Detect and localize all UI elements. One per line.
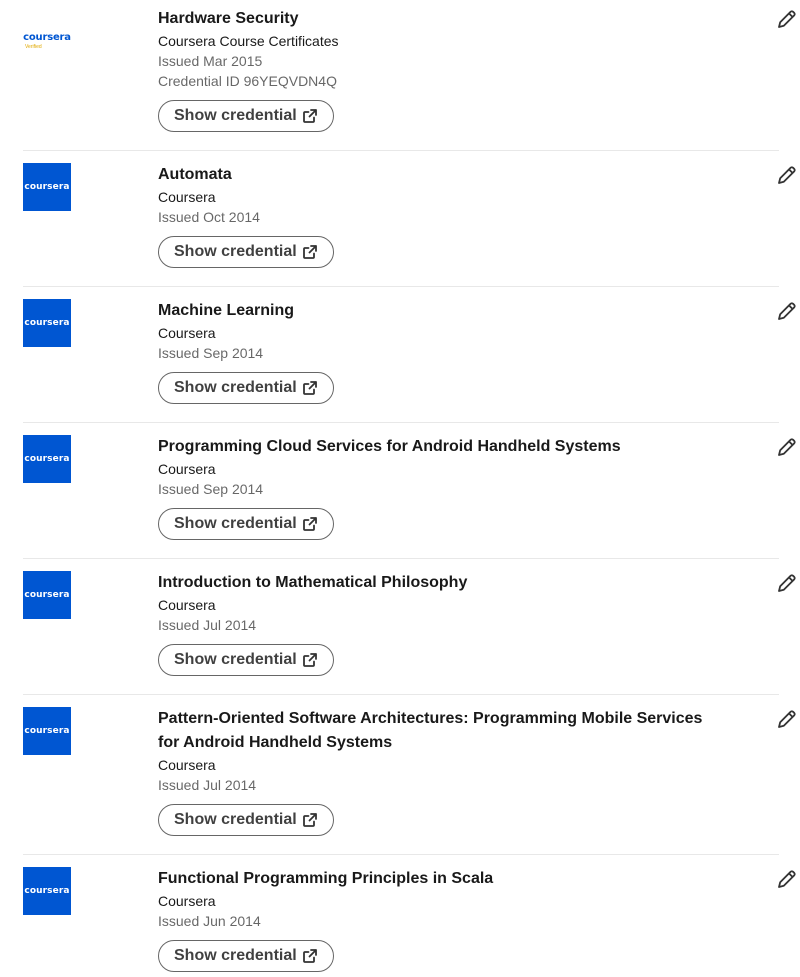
- certificate-issued-date: Issued Jul 2014: [158, 617, 257, 633]
- logo-wordmark: coursera: [24, 182, 70, 192]
- logo-wordmark: coursera: [24, 454, 70, 464]
- coursera-logo[interactable]: coursera: [23, 867, 71, 915]
- certificate-title[interactable]: Hardware Security: [158, 7, 719, 31]
- certificate-title[interactable]: Programming Cloud Services for Android H…: [158, 435, 719, 459]
- logo-verified-text: Verified: [25, 44, 42, 50]
- show-credential-label: Show credential: [174, 947, 297, 964]
- show-credential-button[interactable]: Show credential: [158, 372, 334, 404]
- logo-wordmark: coursera: [23, 32, 71, 43]
- certifications-list: coursera Verified Hardware Security Cour…: [0, 0, 800, 977]
- certificate-title[interactable]: Functional Programming Principles in Sca…: [158, 867, 719, 891]
- certificate-entry: coursera Pattern-Oriented Software Archi…: [23, 695, 796, 855]
- credential-id: Credential ID 96YEQVDN4Q: [158, 73, 337, 89]
- certificate-issuer: Coursera: [158, 325, 216, 341]
- certificate-title[interactable]: Pattern-Oriented Software Architectures:…: [158, 707, 719, 755]
- show-credential-label: Show credential: [174, 107, 297, 124]
- show-credential-label: Show credential: [174, 811, 297, 828]
- show-credential-button[interactable]: Show credential: [158, 804, 334, 836]
- certificate-entry: coursera Automata Coursera Issued Oct 20…: [23, 151, 796, 287]
- external-link-icon: [302, 653, 317, 667]
- logo-wordmark: coursera: [24, 590, 70, 600]
- show-credential-label: Show credential: [174, 515, 297, 532]
- certificate-issued-date: Issued Sep 2014: [158, 345, 264, 361]
- show-credential-button[interactable]: Show credential: [158, 940, 334, 972]
- logo-wordmark: coursera: [24, 886, 70, 896]
- certificate-issuer: Coursera: [158, 461, 216, 477]
- coursera-logo[interactable]: coursera: [23, 571, 71, 619]
- external-link-icon: [302, 109, 317, 123]
- certificate-title[interactable]: Machine Learning: [158, 299, 719, 323]
- certificate-issuer: Coursera: [158, 893, 216, 909]
- certificate-issued-date: Issued Oct 2014: [158, 209, 260, 225]
- certificate-issuer: Coursera Course Certificates: [158, 33, 339, 49]
- external-link-icon: [302, 517, 317, 531]
- certificate-issued-date: Issued Mar 2015: [158, 53, 263, 69]
- coursera-logo[interactable]: coursera: [23, 435, 71, 483]
- certificate-issued-date: Issued Sep 2014: [158, 481, 264, 497]
- external-link-icon: [302, 813, 317, 827]
- certificate-title[interactable]: Automata: [158, 163, 719, 187]
- logo-wordmark: coursera: [24, 726, 70, 736]
- certificate-entry: coursera Verified Hardware Security Cour…: [23, 0, 796, 151]
- edit-pencil-icon[interactable]: [775, 7, 799, 31]
- edit-pencil-icon[interactable]: [775, 707, 799, 731]
- edit-pencil-icon[interactable]: [775, 163, 799, 187]
- certificate-issuer: Coursera: [158, 189, 216, 205]
- show-credential-button[interactable]: Show credential: [158, 236, 334, 268]
- edit-pencil-icon[interactable]: [775, 435, 799, 459]
- edit-pencil-icon[interactable]: [775, 867, 799, 891]
- coursera-logo[interactable]: coursera: [23, 299, 71, 347]
- edit-pencil-icon[interactable]: [775, 299, 799, 323]
- coursera-logo[interactable]: coursera: [23, 707, 71, 755]
- external-link-icon: [302, 949, 317, 963]
- certificate-issued-date: Issued Jun 2014: [158, 913, 261, 929]
- certificate-title[interactable]: Introduction to Mathematical Philosophy: [158, 571, 719, 595]
- coursera-verified-logo[interactable]: coursera Verified: [23, 17, 71, 65]
- external-link-icon: [302, 381, 317, 395]
- show-credential-label: Show credential: [174, 651, 297, 668]
- show-credential-button[interactable]: Show credential: [158, 644, 334, 676]
- show-credential-button[interactable]: Show credential: [158, 508, 334, 540]
- certificate-issued-date: Issued Jul 2014: [158, 777, 257, 793]
- certificate-issuer: Coursera: [158, 757, 216, 773]
- certificate-entry: coursera Programming Cloud Services for …: [23, 423, 796, 559]
- edit-pencil-icon[interactable]: [775, 571, 799, 595]
- show-credential-label: Show credential: [174, 379, 297, 396]
- show-credential-label: Show credential: [174, 243, 297, 260]
- coursera-logo[interactable]: coursera: [23, 163, 71, 211]
- certificate-entry: coursera Introduction to Mathematical Ph…: [23, 559, 796, 695]
- logo-wordmark: coursera: [24, 318, 70, 328]
- certificate-entry: coursera Machine Learning Coursera Issue…: [23, 287, 796, 423]
- certificate-entry: coursera Functional Programming Principl…: [23, 855, 796, 977]
- certificate-issuer: Coursera: [158, 597, 216, 613]
- show-credential-button[interactable]: Show credential: [158, 100, 334, 132]
- external-link-icon: [302, 245, 317, 259]
